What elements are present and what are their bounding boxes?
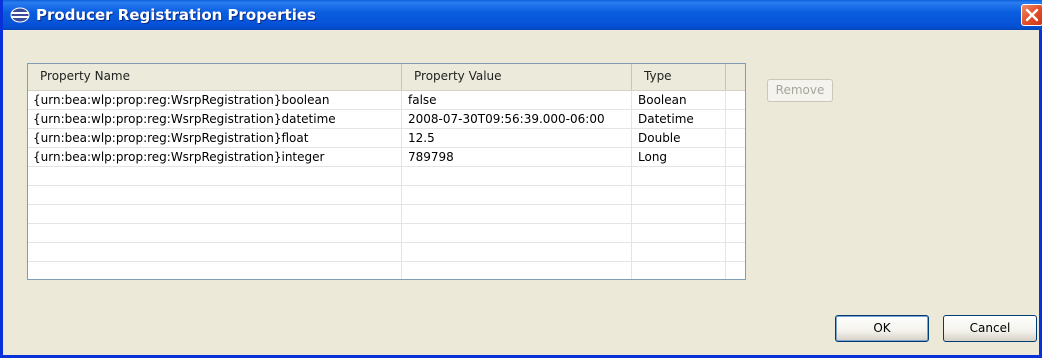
remove-button[interactable]: Remove — [767, 79, 833, 102]
property-value-cell: 789798 — [408, 150, 454, 164]
empty-table-row — [28, 205, 745, 224]
property-name-cell: {urn:bea:wlp:prop:reg:WsrpRegistration}f… — [33, 131, 309, 145]
table-row[interactable]: {urn:bea:wlp:prop:reg:WsrpRegistration}f… — [28, 129, 745, 148]
column-header-property-value[interactable]: Property Value — [402, 64, 632, 90]
empty-table-row — [28, 243, 745, 262]
empty-table-row — [28, 167, 745, 186]
table-row[interactable]: {urn:bea:wlp:prop:reg:WsrpRegistration}b… — [28, 91, 745, 110]
column-header-type[interactable]: Type — [632, 64, 726, 90]
cancel-button[interactable]: Cancel — [943, 315, 1037, 342]
property-name-cell: {urn:bea:wlp:prop:reg:WsrpRegistration}b… — [33, 93, 330, 107]
table-row[interactable]: {urn:bea:wlp:prop:reg:WsrpRegistration}i… — [28, 148, 745, 167]
type-cell: Double — [638, 131, 681, 145]
empty-table-row — [28, 224, 745, 243]
empty-table-row — [28, 186, 745, 205]
type-cell: Boolean — [638, 93, 687, 107]
property-value-cell: false — [408, 93, 437, 107]
type-cell: Datetime — [638, 112, 694, 126]
empty-table-row — [28, 262, 745, 279]
ok-button[interactable]: OK — [835, 315, 929, 342]
type-cell: Long — [638, 150, 668, 164]
title-bar[interactable]: Producer Registration Properties — [3, 0, 1042, 30]
table-row[interactable]: {urn:bea:wlp:prop:reg:WsrpRegistration}d… — [28, 110, 745, 129]
table-header: Property Name Property Value Type — [28, 64, 745, 91]
close-icon — [1025, 8, 1039, 22]
properties-table[interactable]: Property Name Property Value Type {urn:b… — [27, 63, 746, 280]
eclipse-icon — [10, 7, 32, 23]
close-button[interactable] — [1021, 4, 1042, 26]
dialog-window: Producer Registration Properties Propert… — [0, 0, 1042, 358]
window-title: Producer Registration Properties — [36, 6, 316, 24]
property-name-cell: {urn:bea:wlp:prop:reg:WsrpRegistration}i… — [33, 150, 325, 164]
column-header-property-name[interactable]: Property Name — [28, 64, 402, 90]
property-name-cell: {urn:bea:wlp:prop:reg:WsrpRegistration}d… — [33, 112, 336, 126]
property-value-cell: 12.5 — [408, 131, 435, 145]
column-header-filler — [726, 64, 745, 90]
property-value-cell: 2008-07-30T09:56:39.000-06:00 — [408, 112, 605, 126]
